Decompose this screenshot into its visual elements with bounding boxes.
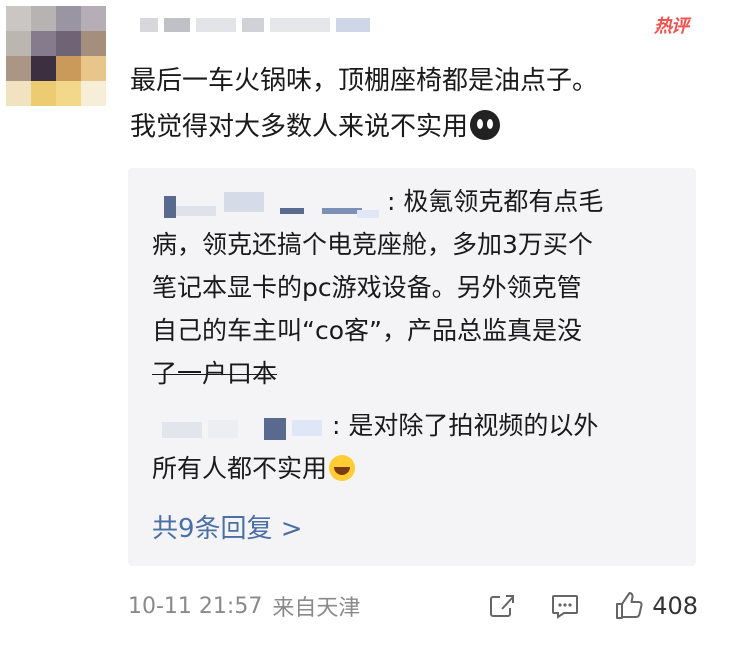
reply-item[interactable]: : 极氪领克都有点毛 病，领克还搞个电竞座舱，多加3万买个 笔记本显卡的pc游戏…: [152, 180, 672, 395]
reply-line: 了一户口本: [152, 359, 278, 388]
reply-username[interactable]: [152, 412, 332, 442]
reply-item[interactable]: : 是对除了拍视频的以外 所有人都不实用: [152, 404, 672, 490]
share-icon[interactable]: [488, 593, 516, 619]
comment-icon[interactable]: [550, 593, 580, 619]
hot-comment-badge: 热评: [654, 16, 689, 37]
comment-line: 我觉得对大多数人来说不实用: [130, 104, 710, 150]
reply-line: 病，领克还搞个电竞座舱，多加3万买个: [152, 230, 593, 259]
laugh-emoji-icon: [329, 455, 356, 481]
reply-username[interactable]: [152, 188, 387, 218]
like-button[interactable]: 408: [614, 592, 698, 620]
sad-emoji-icon: [470, 110, 501, 140]
reply-line: : 是对除了拍视频的以外: [152, 404, 672, 447]
like-count: 408: [652, 592, 698, 620]
comment-time: 10-11 21:57: [128, 593, 263, 619]
comment-actions: 408: [488, 592, 698, 620]
username[interactable]: [140, 16, 420, 34]
reply-line: : 极氪领克都有点毛: [152, 180, 672, 223]
like-icon: [616, 592, 643, 619]
reply-box[interactable]: : 极氪领克都有点毛 病，领克还搞个电竞座舱，多加3万买个 笔记本显卡的pc游戏…: [128, 168, 696, 566]
reply-line: 自己的车主叫“co客”，产品总监真是没: [152, 316, 582, 345]
comment-location: 来自天津: [272, 596, 361, 621]
comment-body: 最后一车火锅味，顶棚座椅都是油点子。 我觉得对大多数人来说不实用: [130, 58, 710, 150]
view-all-replies-link[interactable]: 共9条回复 >: [152, 508, 303, 545]
reply-line: 所有人都不实用: [152, 447, 672, 490]
comment-footer: 10-11 21:57 来自天津 408: [128, 586, 698, 626]
comment-line: 最后一车火锅味，顶棚座椅都是油点子。: [130, 66, 599, 96]
reply-line: 笔记本显卡的pc游戏设备。另外领克管: [152, 273, 582, 302]
avatar[interactable]: [6, 6, 106, 106]
